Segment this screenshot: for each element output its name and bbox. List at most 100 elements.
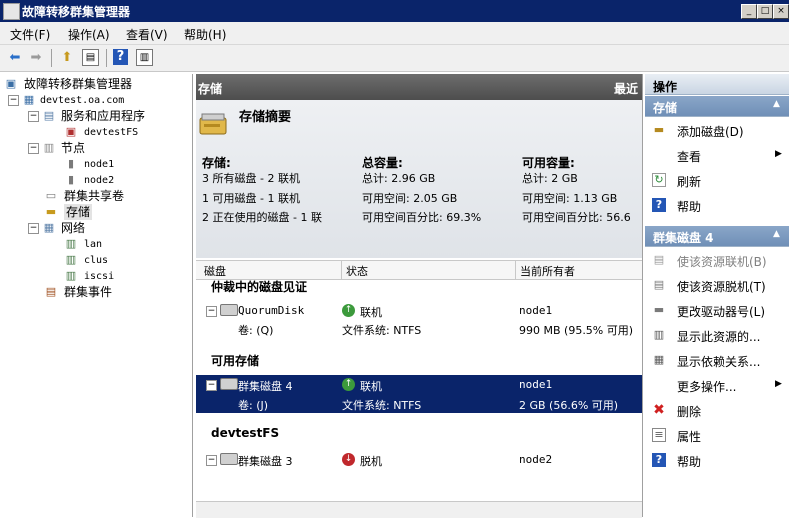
tree-item-cluster[interactable]: − ▦ devtest.oa.com xyxy=(8,92,188,108)
group-available-storage: 可用存储 xyxy=(211,354,260,368)
show-hide-action-pane-icon[interactable]: ▥ xyxy=(136,49,153,66)
action-label: 属性 xyxy=(677,430,702,444)
up-folder-icon[interactable]: ⬆ xyxy=(58,49,76,67)
collapse-icon[interactable]: − xyxy=(28,143,39,154)
back-icon[interactable]: ⬅ xyxy=(6,49,24,67)
action-label: 帮助 xyxy=(677,200,702,214)
tree-item-nodes[interactable]: − ▥ 节点 xyxy=(28,140,188,156)
tree-item-network[interactable]: − ▦ 网络 xyxy=(28,220,188,236)
group-witness: 仲裁中的磁盘见证 xyxy=(211,280,308,294)
table-row[interactable]: − QuorumDisk ↑ 联机 node1 xyxy=(196,301,642,320)
maximize-button[interactable]: □ xyxy=(757,4,773,19)
col-status[interactable]: 状态 xyxy=(346,263,368,279)
table-row-selected[interactable]: 卷: (J) 文件系统: NTFS 2 GB (56.6% 可用) xyxy=(196,394,642,413)
action-delete[interactable]: ✖ 删除 xyxy=(645,398,789,422)
shared-volume-icon: ▭ xyxy=(45,189,57,202)
table-row-selected[interactable]: − 群集磁盘 4 ↑ 联机 node1 xyxy=(196,375,642,394)
menu-view[interactable]: 查看(V) xyxy=(126,26,168,43)
table-row[interactable]: − 群集磁盘 3 ↓ 脱机 node2 xyxy=(196,450,642,469)
tree-label: 存储 xyxy=(64,204,93,220)
tree-label: 节点 xyxy=(61,141,86,155)
storage-summary-icon xyxy=(198,108,230,138)
collapse-arrow-icon[interactable]: ▲ xyxy=(773,229,780,239)
action-help-2[interactable]: ? 帮助 xyxy=(645,448,789,472)
tree-item-node1[interactable]: ▮ node1 xyxy=(64,156,184,172)
action-take-offline[interactable]: ▤ 使该资源脱机(T) xyxy=(645,273,789,297)
action-add-disk[interactable]: ▬ 添加磁盘(D) xyxy=(645,118,789,142)
horizontal-scrollbar[interactable] xyxy=(196,501,642,518)
action-label: 显示依赖关系... xyxy=(677,355,761,369)
owner-text: node2 xyxy=(519,453,553,466)
drive-icon: ▬ xyxy=(653,303,665,316)
menu-action[interactable]: 操作(A) xyxy=(68,26,110,43)
minimize-button[interactable]: _ xyxy=(741,4,757,19)
collapse-icon[interactable]: − xyxy=(206,380,217,391)
action-more-actions[interactable]: 更多操作... ▶ xyxy=(645,373,789,397)
tree-item-shared-volumes[interactable]: ▭ 群集共享卷 xyxy=(44,188,188,204)
available-capacity-label: 可用容量: xyxy=(522,156,575,170)
tree-item-cluster-events[interactable]: ▤ 群集事件 xyxy=(44,284,188,300)
action-refresh[interactable]: ↻ 刷新 xyxy=(645,168,789,192)
collapse-icon[interactable]: − xyxy=(8,95,19,106)
group-devtestfs: devtestFS xyxy=(211,426,280,440)
status-text: 联机 xyxy=(360,306,382,319)
disk-icon xyxy=(220,378,238,390)
toolbar-separator xyxy=(106,49,107,67)
app-icon xyxy=(3,3,20,20)
actions-pane: 操作 存储 ▲ ▬ 添加磁盘(D) 查看 ▶ ↻ 刷新 ? 帮助 群集磁盘 4 … xyxy=(645,74,789,517)
summary-title: 存储摘要 xyxy=(239,110,292,125)
action-show-report[interactable]: ▥ 显示此资源的... xyxy=(645,323,789,347)
tree-item-services[interactable]: − ▤ 服务和应用程序 xyxy=(28,108,188,124)
action-label: 帮助 xyxy=(677,455,702,469)
menu-file[interactable]: 文件(F) xyxy=(10,26,50,43)
tree-item-devtestfs[interactable]: ▣ devtestFS xyxy=(64,124,184,140)
action-view[interactable]: 查看 ▶ xyxy=(645,143,789,167)
action-label: 刷新 xyxy=(677,175,702,189)
col-disk[interactable]: 磁盘 xyxy=(204,263,226,279)
section-title: 群集磁盘 4 xyxy=(653,231,714,245)
volume-text: 卷: (J) xyxy=(238,399,269,412)
action-show-dependencies[interactable]: ▦ 显示依赖关系... xyxy=(645,348,789,372)
section-cluster-disk[interactable]: 群集磁盘 4 ▲ xyxy=(645,226,789,247)
tree-item-iscsi[interactable]: ▥ iscsi xyxy=(64,268,184,284)
action-bring-online[interactable]: ▤ 使该资源联机(B) xyxy=(645,248,789,272)
actions-header: 操作 xyxy=(645,74,789,95)
collapse-arrow-icon[interactable]: ▲ xyxy=(773,99,780,109)
properties-icon: ≡ xyxy=(652,428,666,442)
section-storage[interactable]: 存储 ▲ xyxy=(645,96,789,117)
collapse-icon[interactable]: − xyxy=(206,455,217,466)
help-icon: ? xyxy=(652,198,666,212)
action-properties[interactable]: ≡ 属性 xyxy=(645,423,789,447)
collapse-icon[interactable]: − xyxy=(206,306,217,317)
recent-label: 最近 xyxy=(614,82,639,96)
col-owner[interactable]: 当前所有者 xyxy=(520,263,575,279)
action-change-drive-letter[interactable]: ▬ 更改驱动器号(L) xyxy=(645,298,789,322)
tree-label: devtestFS xyxy=(84,127,139,138)
menu-help[interactable]: 帮助(H) xyxy=(184,26,226,43)
bring-online-icon: ▤ xyxy=(653,253,665,266)
help-icon[interactable]: ? xyxy=(113,49,128,65)
available-line: 可用空间: 1.13 GB xyxy=(522,192,618,205)
online-icon: ↑ xyxy=(342,378,355,391)
tree-item-clus[interactable]: ▥ clus xyxy=(64,252,184,268)
column-divider[interactable] xyxy=(341,261,342,279)
status-text: 联机 xyxy=(360,380,382,393)
tree-item-storage[interactable]: ▬ 存储 xyxy=(44,204,188,220)
tree-label: clus xyxy=(84,255,109,266)
close-button[interactable]: × xyxy=(773,4,789,19)
collapse-icon[interactable]: − xyxy=(28,223,39,234)
network-adapter-icon: ▥ xyxy=(65,253,77,266)
submenu-arrow-icon: ▶ xyxy=(775,149,782,159)
total-line: 总计: 2.96 GB xyxy=(362,172,436,185)
online-icon: ↑ xyxy=(342,304,355,317)
show-hide-tree-icon[interactable]: ▤ xyxy=(82,49,99,66)
column-divider[interactable] xyxy=(515,261,516,279)
network-adapter-icon: ▥ xyxy=(65,237,77,250)
offline-icon: ↓ xyxy=(342,453,355,466)
tree-item-node2[interactable]: ▮ node2 xyxy=(64,172,184,188)
tree-item-lan[interactable]: ▥ lan xyxy=(64,236,184,252)
forward-icon[interactable]: ➡ xyxy=(27,49,45,67)
action-help[interactable]: ? 帮助 xyxy=(645,193,789,217)
table-row[interactable]: 卷: (Q) 文件系统: NTFS 990 MB (95.5% 可用) xyxy=(196,319,642,338)
collapse-icon[interactable]: − xyxy=(28,111,39,122)
